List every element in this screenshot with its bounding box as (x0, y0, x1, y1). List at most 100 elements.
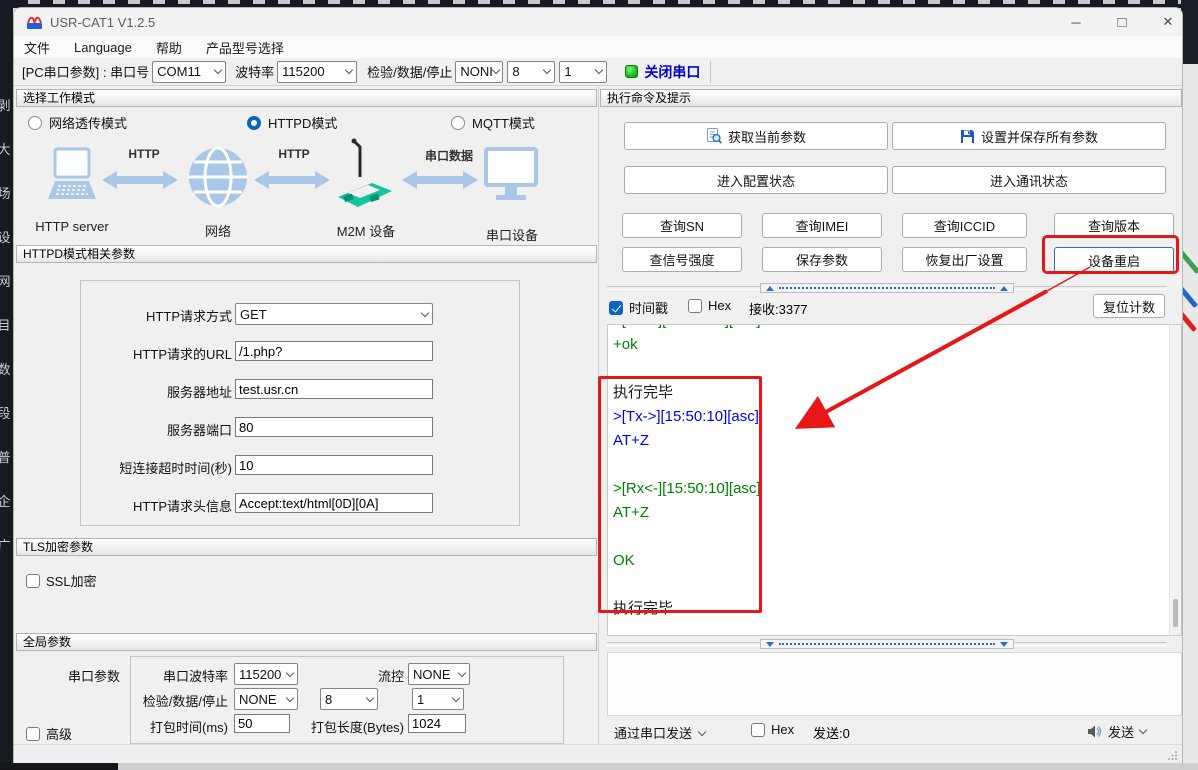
annotation-box-device-restart (1042, 235, 1179, 274)
advanced-checkbox[interactable]: 高级 (26, 724, 72, 743)
resize-grip-icon[interactable] (1168, 750, 1178, 760)
checkbox-icon[interactable] (688, 299, 702, 313)
checkbox-icon[interactable] (26, 727, 40, 741)
app-icon (26, 15, 43, 30)
radio-icon[interactable] (451, 116, 465, 130)
global-stopbits-select[interactable]: 1 (412, 688, 464, 710)
query-sn-button[interactable]: 查询SN (622, 213, 742, 238)
log-splitter-bottom[interactable] (607, 639, 1167, 649)
enter-comm-label: 进入通讯状态 (990, 171, 1068, 190)
ssl-encrypt-label: SSL加密 (46, 571, 97, 590)
radio-selected-icon[interactable] (247, 116, 261, 130)
background-left-window: 剥 大 场 设 网 目 数 段 普 企 广 (0, 0, 13, 770)
send-hex-checkbox[interactable]: Hex (751, 722, 794, 737)
command-panel-header: 执行命令及提示 (600, 89, 1182, 107)
checkbox-icon[interactable] (26, 574, 40, 588)
com-port-select[interactable]: COM11 (152, 61, 226, 83)
httpd-mode-diagram: HTTP server HTTP 网络 HTTP (14, 141, 599, 245)
menu-product-model[interactable]: 产品型号选择 (206, 38, 284, 57)
factory-reset-button[interactable]: 恢复出厂设置 (902, 247, 1027, 272)
mode-option-transparent[interactable]: 网络透传模式 (28, 113, 127, 132)
flow-control-value: NONE (413, 667, 451, 682)
http-url-input[interactable] (235, 341, 433, 361)
checkbox-icon[interactable] (751, 723, 765, 737)
get-params-button[interactable]: 获取当前参数 (624, 122, 888, 150)
triangle-up-icon (766, 286, 774, 291)
global-baud-value: 115200 (239, 667, 281, 682)
log-scrollbar[interactable] (1169, 325, 1181, 635)
pack-length-input[interactable] (408, 714, 466, 733)
stopbits-select[interactable]: 1 (559, 61, 607, 83)
http-header-input[interactable] (235, 493, 433, 513)
mode-option-httpd[interactable]: HTTPD模式 (247, 113, 337, 132)
radio-icon[interactable] (28, 116, 42, 130)
chevron-down-icon (421, 308, 429, 316)
diagram-node-label: 串口设备 (482, 225, 542, 244)
flow-control-select[interactable]: NONE (408, 663, 470, 685)
server-address-input[interactable] (235, 379, 433, 399)
close-serial-button[interactable]: 关闭串口 (644, 62, 700, 82)
monitor-icon (484, 147, 538, 209)
set-save-params-label: 设置并保存所有参数 (981, 127, 1098, 146)
log-scrollbar-thumb[interactable] (1173, 599, 1178, 627)
log-line: +ok (608, 333, 1181, 357)
minimize-button[interactable]: ─ (1056, 8, 1096, 36)
query-sn-label: 查询SN (660, 216, 704, 235)
chevron-down-icon (286, 693, 294, 701)
splitter-handle[interactable] (760, 283, 1014, 293)
work-mode-header: 选择工作模式 (16, 89, 597, 107)
pack-time-label: 打包时间(ms) (128, 717, 228, 736)
splitter-dots (779, 287, 995, 289)
maximize-button[interactable]: □ (1102, 8, 1142, 36)
speaker-icon (1087, 724, 1102, 739)
http-method-label: HTTP请求方式 (84, 306, 232, 325)
menu-help[interactable]: 帮助 (156, 38, 182, 57)
server-port-label: 服务器端口 (84, 420, 232, 439)
save-icon (960, 129, 975, 144)
ssl-encrypt-checkbox[interactable]: SSL加密 (26, 571, 97, 590)
query-iccid-button[interactable]: 查询ICCID (902, 213, 1027, 238)
timestamp-label: 时间戳 (629, 298, 668, 317)
parity-label: 检验/数据/停止 (367, 62, 452, 81)
query-imei-button[interactable]: 查询IMEI (762, 213, 882, 238)
pack-time-input[interactable] (234, 714, 290, 733)
log-splitter-top[interactable] (607, 283, 1167, 293)
global-baud-select[interactable]: 115200 (234, 663, 298, 685)
enter-config-button[interactable]: 进入配置状态 (624, 166, 888, 194)
parity-select[interactable]: NONI (455, 61, 503, 83)
splitter-handle[interactable] (760, 639, 1014, 649)
toolbar-separator (710, 61, 711, 83)
databits-select[interactable]: 8 (507, 61, 555, 83)
server-port-input[interactable] (235, 417, 433, 437)
triangle-down-icon (1000, 642, 1008, 647)
global-parity-select[interactable]: NONE (234, 688, 298, 710)
set-save-params-button[interactable]: 设置并保存所有参数 (892, 122, 1166, 150)
mode-option-mqtt[interactable]: MQTT模式 (451, 113, 535, 132)
http-method-select[interactable]: GET (235, 303, 433, 325)
close-button[interactable]: ✕ (1148, 8, 1183, 36)
mode-option-label: HTTPD模式 (268, 113, 337, 132)
global-databits-select[interactable]: 8 (320, 688, 378, 710)
query-signal-button[interactable]: 查信号强度 (622, 247, 742, 272)
statusbar (14, 744, 1182, 763)
send-textarea[interactable] (607, 652, 1182, 716)
timeout-input[interactable] (235, 455, 433, 475)
chevron-down-icon (543, 66, 551, 74)
enter-comm-button[interactable]: 进入通讯状态 (892, 166, 1166, 194)
menu-language[interactable]: Language (74, 40, 132, 55)
send-via-dropdown[interactable]: 通过串口发送 (614, 723, 705, 742)
save-params-button[interactable]: 保存参数 (762, 247, 882, 272)
checkbox-checked-icon[interactable] (609, 301, 623, 315)
titlebar[interactable]: USR-CAT1 V1.2.5 ─ □ ✕ (14, 8, 1182, 36)
receive-hex-checkbox[interactable]: Hex (688, 298, 731, 313)
flow-control-label: 流控 (354, 666, 404, 685)
chevron-down-icon (345, 66, 353, 74)
reset-count-button[interactable]: 复位计数 (1093, 294, 1165, 318)
query-version-label: 查询版本 (1088, 216, 1140, 235)
mode-option-label: MQTT模式 (472, 113, 535, 132)
timestamp-checkbox[interactable]: 时间戳 (609, 298, 668, 317)
baud-select[interactable]: 115200 (277, 61, 357, 83)
send-button[interactable]: 发送 (1087, 719, 1146, 743)
send-hex-label: Hex (771, 722, 794, 737)
menu-file[interactable]: 文件 (24, 38, 50, 57)
